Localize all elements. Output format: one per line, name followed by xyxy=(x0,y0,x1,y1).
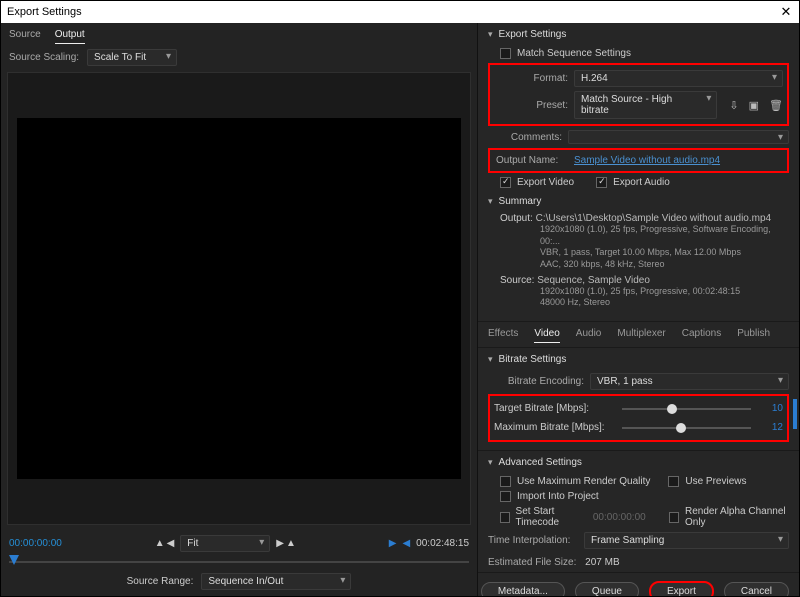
export-video-label: Export Video xyxy=(517,177,574,188)
time-interp-label: Time Interpolation: xyxy=(488,535,578,546)
settings-panel: Export Settings Match Sequence Settings … xyxy=(478,23,799,596)
format-label: Format: xyxy=(506,73,568,84)
max-render-quality-label: Use Maximum Render Quality xyxy=(517,476,650,487)
summary-output-path: C:\Users\1\Desktop\Sample Video without … xyxy=(536,213,772,224)
delete-preset-icon[interactable]: 🗑 xyxy=(769,99,783,112)
use-previews-label: Use Previews xyxy=(685,476,746,487)
target-bitrate-value[interactable]: 10 xyxy=(759,403,783,414)
set-out-icon[interactable]: ◀ xyxy=(402,538,410,549)
import-project-label: Import Into Project xyxy=(517,491,599,502)
preset-select[interactable]: Match Source - High bitrate xyxy=(574,91,717,119)
step-back-icon[interactable]: ▲◀ xyxy=(155,538,175,549)
video-preview-area xyxy=(7,72,471,525)
set-in-icon[interactable]: ▶ xyxy=(389,538,397,549)
alpha-channel-checkbox[interactable] xyxy=(669,512,679,523)
summary-block: Output: C:\Users\1\Desktop\Sample Video … xyxy=(488,213,789,309)
summary-source-path: Sequence, Sample Video xyxy=(537,275,650,286)
max-bitrate-slider[interactable] xyxy=(622,427,751,429)
source-scaling-label: Source Scaling: xyxy=(9,52,79,63)
tab-captions[interactable]: Captions xyxy=(682,328,721,343)
timecode-end[interactable]: 00:02:48:15 xyxy=(416,538,469,549)
source-range-label: Source Range: xyxy=(127,576,194,587)
match-sequence-label: Match Sequence Settings xyxy=(517,48,631,59)
set-start-tc-checkbox[interactable] xyxy=(500,512,510,523)
zoom-fit-select[interactable]: Fit xyxy=(180,535,270,552)
export-audio-checkbox[interactable] xyxy=(596,177,607,188)
output-name-highlight: Output Name: Sample Video without audio.… xyxy=(488,148,789,173)
timecode-start[interactable]: 00:00:00:00 xyxy=(9,538,62,549)
action-buttons: Metadata... Queue Export Cancel xyxy=(478,572,799,596)
summary-output-label: Output: xyxy=(500,213,533,224)
summary-source-label: Source: xyxy=(500,275,534,286)
source-scaling-select[interactable]: Scale To Fit xyxy=(87,49,177,66)
export-settings-header[interactable]: Export Settings xyxy=(488,29,789,40)
metadata-button[interactable]: Metadata... xyxy=(481,582,565,596)
source-range-select[interactable]: Sequence In/Out xyxy=(201,573,351,590)
use-previews-checkbox[interactable] xyxy=(668,476,679,487)
max-bitrate-value[interactable]: 12 xyxy=(759,422,783,433)
cancel-button[interactable]: Cancel xyxy=(724,582,789,596)
summary-header[interactable]: Summary xyxy=(488,196,789,207)
tab-effects[interactable]: Effects xyxy=(488,328,518,343)
preset-label: Preset: xyxy=(506,100,568,111)
export-button[interactable]: Export xyxy=(649,581,714,596)
output-name-link[interactable]: Sample Video without audio.mp4 xyxy=(574,155,720,166)
preview-panel: Source Output Source Scaling: Scale To F… xyxy=(1,23,478,596)
bitrate-encoding-label: Bitrate Encoding: xyxy=(500,376,584,387)
tab-publish[interactable]: Publish xyxy=(737,328,770,343)
format-select[interactable]: H.264 xyxy=(574,70,783,87)
target-bitrate-slider[interactable] xyxy=(622,408,751,410)
tab-video[interactable]: Video xyxy=(534,328,559,343)
advanced-header[interactable]: Advanced Settings xyxy=(488,457,789,468)
max-render-quality-checkbox[interactable] xyxy=(500,476,511,487)
preview-tabs: Source Output xyxy=(1,23,477,45)
max-bitrate-label: Maximum Bitrate [Mbps]: xyxy=(494,422,614,433)
advanced-section: Advanced Settings Use Maximum Render Qua… xyxy=(478,451,799,557)
import-project-checkbox[interactable] xyxy=(500,491,511,502)
summary-source-details: 1920x1080 (1.0), 25 fps, Progressive, 00… xyxy=(500,286,789,309)
scrollbar-thumb[interactable] xyxy=(793,399,797,429)
start-timecode-value: 00:00:00:00 xyxy=(593,512,646,523)
export-settings-window: Export Settings ✕ Source Output Source S… xyxy=(0,0,800,597)
tab-audio[interactable]: Audio xyxy=(576,328,602,343)
export-audio-label: Export Audio xyxy=(613,177,670,188)
tab-source[interactable]: Source xyxy=(9,29,41,43)
comments-input[interactable] xyxy=(568,130,789,144)
alpha-channel-label: Render Alpha Channel Only xyxy=(685,506,789,528)
target-bitrate-label: Target Bitrate [Mbps]: xyxy=(494,403,614,414)
close-icon[interactable]: ✕ xyxy=(779,5,793,19)
titlebar: Export Settings ✕ xyxy=(1,1,799,23)
bitrate-encoding-select[interactable]: VBR, 1 pass xyxy=(590,373,789,390)
export-settings-section: Export Settings Match Sequence Settings … xyxy=(478,23,799,322)
save-preset-icon[interactable]: ⇩ xyxy=(729,99,738,112)
estimated-size-value: 207 MB xyxy=(585,557,619,568)
bitrate-section: Bitrate Settings Bitrate Encoding: VBR, … xyxy=(478,348,799,451)
export-video-checkbox[interactable] xyxy=(500,177,511,188)
window-title: Export Settings xyxy=(7,6,779,18)
summary-output-details: 1920x1080 (1.0), 25 fps, Progressive, So… xyxy=(500,224,789,271)
tab-output[interactable]: Output xyxy=(55,29,85,44)
comments-label: Comments: xyxy=(500,132,562,143)
estimated-size-label: Estimated File Size: xyxy=(488,557,576,568)
format-preset-highlight: Format: H.264 Preset: Match Source - Hig… xyxy=(488,63,789,126)
timeline-slider[interactable] xyxy=(9,555,469,569)
time-interp-select[interactable]: Frame Sampling xyxy=(584,532,789,549)
match-sequence-checkbox[interactable] xyxy=(500,48,511,59)
import-preset-icon[interactable]: ▣ xyxy=(749,99,759,112)
output-name-label: Output Name: xyxy=(496,155,568,166)
bitrate-header[interactable]: Bitrate Settings xyxy=(488,354,789,365)
video-preview xyxy=(17,118,461,479)
encoder-tabs: Effects Video Audio Multiplexer Captions… xyxy=(478,322,799,348)
bitrate-sliders-highlight: Target Bitrate [Mbps]: 10 Maximum Bitrat… xyxy=(488,394,789,442)
tab-multiplexer[interactable]: Multiplexer xyxy=(617,328,665,343)
step-fwd-icon[interactable]: ▶▲ xyxy=(276,538,296,549)
queue-button[interactable]: Queue xyxy=(575,582,639,596)
set-start-tc-label: Set Start Timecode xyxy=(516,506,587,528)
